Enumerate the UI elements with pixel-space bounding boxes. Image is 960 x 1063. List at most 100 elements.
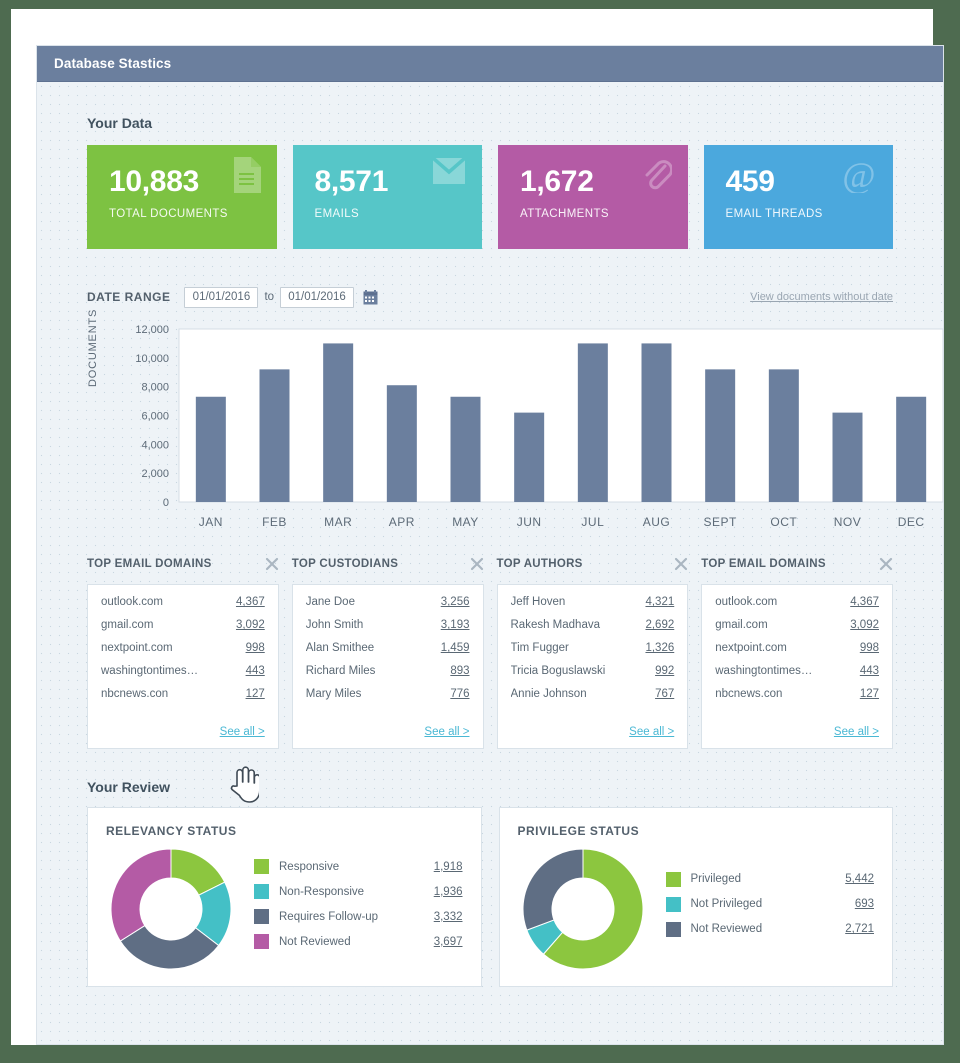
list-item-value[interactable]: 893 [450, 665, 469, 677]
privilege-legend: Privileged 5,442 Not Privileged 693 Not Re… [665, 871, 874, 947]
svg-text:DEC: DEC [898, 515, 925, 529]
list-item: Richard Miles 893 [306, 665, 470, 677]
svg-text:4,000: 4,000 [141, 439, 169, 451]
see-all-link[interactable]: See all > [306, 726, 469, 738]
date-start-input[interactable] [184, 286, 259, 308]
list-item: gmail.com 3,092 [715, 619, 879, 631]
svg-text:12,000: 12,000 [135, 325, 169, 336]
list-item-value[interactable]: 776 [450, 688, 469, 700]
legend-label: Not Reviewed [279, 935, 351, 948]
date-range-row: DATE RANGE to View documents without dat… [87, 286, 893, 308]
list-title: TOP AUTHORS [496, 558, 583, 570]
list-item-name: washingtontimes… [101, 665, 199, 677]
envelope-icon [431, 156, 467, 190]
list-item: Rakesh Madhava 2,692 [511, 619, 675, 631]
see-all-link[interactable]: See all > [101, 726, 265, 738]
legend-swatch [665, 871, 681, 887]
list-body: outlook.com 4,367 gmail.com 3,092 nextpoin… [87, 584, 279, 749]
list-item-name: Mary Miles [305, 688, 362, 700]
legend-item: Not Reviewed 3,697 [254, 934, 463, 949]
calendar-icon[interactable] [363, 289, 378, 305]
svg-text:APR: APR [389, 515, 415, 529]
legend-item: Privileged 5,442 [665, 871, 874, 887]
legend-label: Not Reviewed [690, 923, 763, 935]
svg-text:JUL: JUL [581, 515, 604, 529]
legend-value[interactable]: 2,721 [836, 923, 874, 935]
svg-text:0: 0 [163, 497, 169, 509]
list-item: outlook.com 4,367 [101, 596, 265, 608]
legend-item: Not Reviewed 2,721 [665, 921, 874, 937]
list-title: TOP EMAIL DOMAINS [701, 558, 826, 570]
close-icon[interactable] [879, 557, 893, 571]
svg-text:AUG: AUG [643, 515, 671, 529]
stat-label: TOTAL DOCUMENTS [109, 208, 228, 220]
stat-card-attachments[interactable]: 1,672 ATTACHMENTS [498, 145, 688, 249]
legend-item: Non-Responsive 1,936 [254, 884, 463, 899]
close-icon[interactable] [674, 557, 688, 571]
list-item-name: Alan Smithee [305, 642, 375, 654]
list-item-name: Annie Johnson [510, 688, 587, 700]
list-item: Mary Miles 776 [306, 688, 470, 700]
list-item-value[interactable]: 1,459 [441, 642, 470, 654]
list-item-name: nbcnews.con [715, 688, 783, 700]
legend-value[interactable]: 5,442 [836, 873, 874, 885]
legend-value[interactable]: 693 [836, 898, 874, 910]
stat-card-total-documents[interactable]: 10,883 TOTAL DOCUMENTS [87, 145, 277, 249]
relevancy-legend: Responsive 1,918 Non-Responsive 1,936 Requ… [254, 859, 463, 959]
legend-value[interactable]: 3,697 [425, 936, 463, 948]
close-icon[interactable] [265, 557, 279, 571]
stat-card-emails[interactable]: 8,571 EMAILS [292, 145, 482, 249]
date-end-input[interactable] [280, 286, 355, 308]
list-item-name: gmail.com [101, 619, 154, 631]
list-item-value[interactable]: 4,367 [236, 596, 265, 608]
list-item-value[interactable]: 443 [860, 665, 879, 677]
list-item-value[interactable]: 998 [246, 642, 265, 654]
list-item-name: nbcnews.con [101, 688, 169, 700]
list-item-value[interactable]: 1,326 [645, 642, 674, 654]
list-item-value[interactable]: 992 [655, 665, 674, 677]
at-sign-icon: @ [841, 155, 877, 198]
list-panel-top-email-domains-1: TOP EMAIL DOMAINS outlook.com 4,367 gmail… [87, 553, 279, 749]
legend-value[interactable]: 1,936 [425, 886, 463, 898]
list-item-value[interactable]: 127 [860, 688, 879, 700]
close-icon[interactable] [470, 557, 484, 571]
list-item-value[interactable]: 127 [246, 688, 265, 700]
see-all-link[interactable]: See all > [715, 726, 879, 738]
list-item-value[interactable]: 4,321 [645, 596, 674, 608]
list-item: gmail.com 3,092 [101, 619, 265, 631]
privilege-donut-area: Privileged 5,442 Not Privileged 693 Not Re… [518, 844, 874, 974]
list-item-value[interactable]: 767 [655, 688, 674, 700]
list-item-name: Rakesh Madhava [510, 619, 601, 631]
list-body: outlook.com 4,367 gmail.com 3,092 nextpoin… [701, 584, 893, 749]
list-header: TOP CUSTODIANS [292, 553, 484, 575]
privilege-status-card: PRIVILEGE STATUS Privileged 5,442 Not Pri… [498, 807, 893, 987]
list-item: nbcnews.con 127 [101, 688, 265, 700]
bar-chart-svg: 0 2,000 4,000 6,000 8,000 10,000 12,000 JAN FEB M… [135, 325, 944, 529]
list-item: Annie Johnson 767 [511, 688, 675, 700]
view-documents-without-date-link[interactable]: View documents without date [750, 291, 893, 303]
list-item-name: John Smith [305, 619, 364, 631]
section-heading-your-data: Your Data [87, 115, 153, 131]
stat-card-email-threads[interactable]: 459 EMAIL THREADS @ [703, 145, 893, 249]
list-item-value[interactable]: 3,256 [441, 596, 470, 608]
stat-label: ATTACHMENTS [520, 208, 609, 220]
window-titlebar: Database Stastics [37, 46, 943, 82]
stat-card-row: 10,883 TOTAL DOCUMENTS 8,571 EMAILS 1,67… [62, 145, 918, 249]
list-item-value[interactable]: 998 [860, 642, 879, 654]
list-item-value[interactable]: 443 [246, 665, 265, 677]
legend-value[interactable]: 1,918 [425, 861, 463, 873]
list-item-value[interactable]: 3,092 [236, 619, 265, 631]
list-item-value[interactable]: 2,692 [645, 619, 674, 631]
svg-text:JAN: JAN [199, 515, 223, 529]
list-item-value[interactable]: 4,367 [850, 596, 879, 608]
donut-slice[interactable] [110, 848, 172, 942]
svg-text:MAR: MAR [324, 515, 352, 529]
list-panel-top-email-domains-2: TOP EMAIL DOMAINS outlook.com 4,367 gmail… [701, 553, 893, 749]
legend-value[interactable]: 3,332 [425, 911, 463, 923]
list-item-value[interactable]: 3,193 [441, 619, 470, 631]
outer-frame: Database Stastics Your Data 10,883 TOTAL… [0, 0, 960, 1063]
donut-slice[interactable] [522, 848, 583, 931]
see-all-link[interactable]: See all > [511, 726, 674, 738]
list-item-value[interactable]: 3,092 [850, 619, 879, 631]
dashboard-content: Your Data 10,883 TOTAL DOCUMENTS 8,571 E… [37, 115, 944, 987]
